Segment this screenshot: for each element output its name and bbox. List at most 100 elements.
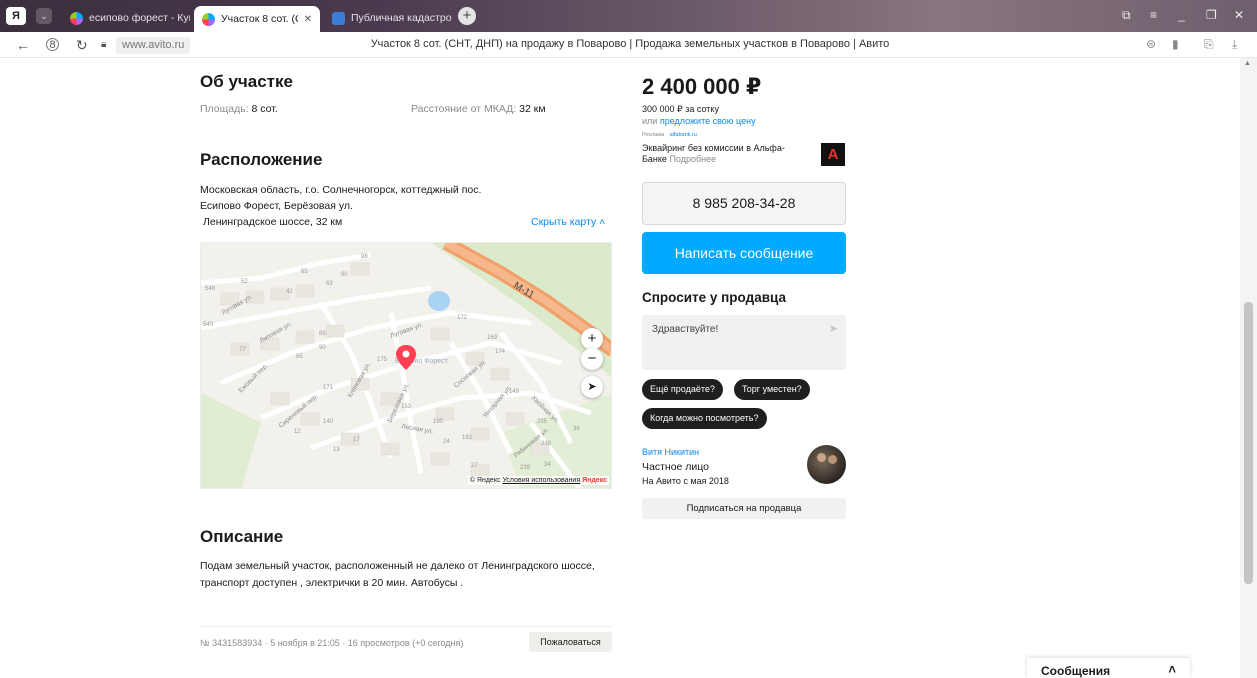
lock-icon[interactable]: 🔒︎	[101, 39, 106, 50]
tab-cadastral-map[interactable]: Публичная кадастровая к…	[324, 6, 452, 30]
messages-widget[interactable]: Сообщения ˄	[1027, 658, 1190, 678]
protect-icon[interactable]: 8	[46, 38, 59, 51]
address-line: Московская область, г.о. Солнечногорск, …	[200, 184, 482, 196]
house-number: 540	[203, 322, 214, 328]
map-canvas[interactable]: Луговая ул. Луговая ул. Ежовый пер. Сосн…	[201, 243, 612, 489]
ask-seller-text: Здравствуйте!	[652, 324, 719, 335]
distance-label: Расстояние от МКАД:	[411, 103, 517, 115]
back-icon[interactable]: ←	[16, 37, 30, 53]
ad-domain[interactable]: alfabank.ru	[670, 132, 697, 138]
quick-question-chip[interactable]: Когда можно посмотреть?	[642, 408, 767, 429]
avito-favicon-icon	[70, 11, 83, 25]
ad-text[interactable]: Эквайринг без комиссии в Альфа- Банке По…	[642, 143, 802, 165]
zoom-out-icon[interactable]: −	[581, 348, 603, 370]
tab-manager-icon[interactable]: ⧉	[1122, 8, 1131, 23]
tab-title: Публичная кадастровая к…	[351, 12, 452, 24]
alfa-bank-logo-icon[interactable]: A	[821, 143, 845, 166]
tab-active-listing[interactable]: Участок 8 сот. (СНТ, Д… ✕	[194, 6, 320, 32]
page-content: Об участке Площадь: 8 сот. Расстояние от…	[0, 58, 1240, 678]
house-number: 60	[341, 272, 348, 278]
divider	[200, 626, 612, 627]
seller-avatar[interactable]	[807, 445, 846, 484]
quick-question-chip[interactable]: Ещё продаёте?	[642, 379, 723, 400]
ask-seller-input[interactable]: Здравствуйте! ➤	[642, 315, 846, 370]
page-scrollbar[interactable]: ▲	[1240, 58, 1257, 678]
house-number: 175	[377, 357, 388, 363]
restore-icon[interactable]: ❐	[1206, 8, 1217, 22]
location-title: Расположение	[200, 150, 323, 169]
house-number: 153	[401, 404, 412, 410]
download-icon[interactable]: ⤓	[1232, 37, 1237, 52]
offer-prefix: или	[642, 116, 658, 126]
subscribe-seller-button[interactable]: Подписаться на продавца	[642, 498, 846, 519]
zoom-in-icon[interactable]: +	[581, 328, 603, 350]
url-domain[interactable]: www.avito.ru	[116, 37, 191, 54]
house-number: 149	[509, 389, 520, 395]
scroll-up-icon[interactable]: ▲	[1244, 60, 1251, 67]
seller-name-link[interactable]: Витя Никитин	[642, 447, 699, 457]
ad-more-link[interactable]: Подробнее	[669, 154, 716, 164]
house-number: 85	[296, 354, 303, 360]
ad-meta: Реклама alfabank.ru	[642, 132, 697, 138]
house-number: 235	[537, 419, 548, 425]
avito-favicon-icon	[202, 12, 215, 26]
close-window-icon[interactable]: ✕	[1234, 8, 1244, 22]
browser-logo[interactable]: Я	[6, 7, 26, 25]
browser-tab-bar: Я ⌄ есипово форест - Купить Участок 8 со…	[0, 0, 1257, 32]
page-title[interactable]: Участок 8 сот. (СНТ, ДНП) на продажу в П…	[230, 38, 1030, 50]
house-number: 548	[205, 286, 216, 292]
house-number: 89	[319, 331, 326, 337]
house-number: 171	[323, 385, 334, 391]
house-number: 34	[544, 462, 551, 468]
ask-seller-title: Спросите у продавца	[642, 290, 786, 305]
send-icon[interactable]: ➤	[829, 322, 838, 335]
map-terms-link[interactable]: Условия использования	[502, 477, 580, 484]
map-attribution: © Яндекс Условия использования Яндекс	[467, 476, 609, 485]
quick-question-chip[interactable]: Торг уместен?	[734, 379, 810, 400]
house-number: 190	[433, 419, 444, 425]
house-number: 13	[333, 447, 340, 453]
house-number: 24	[443, 439, 450, 445]
hide-map-label: Скрыть карту	[531, 216, 597, 228]
offer-price: или предложите свою цену	[642, 116, 756, 126]
distance-value: 32 км	[519, 103, 546, 115]
address-line: Есипово Форест, Берёзовая ул.	[200, 200, 353, 212]
minimize-icon[interactable]: _	[1178, 8, 1185, 22]
collections-icon[interactable]: ⎘	[1204, 37, 1214, 52]
house-number: 77	[239, 347, 246, 353]
distance-row: Расстояние от МКАД: 32 км	[411, 103, 546, 115]
bookmark-icon[interactable]: ▮	[1172, 37, 1179, 51]
tab-esipovo-search[interactable]: есипово форест - Купить	[62, 6, 190, 30]
house-number: 42	[286, 289, 293, 295]
tab-title: Участок 8 сот. (СНТ, Д…	[221, 13, 298, 25]
description-title: Описание	[200, 527, 284, 546]
menu-icon[interactable]: ≡	[1150, 8, 1157, 22]
geolocate-icon[interactable]: ➤	[581, 376, 603, 398]
listing-meta: № 3431583934 · 5 ноября в 21:05 · 16 про…	[200, 638, 464, 648]
price: 2 400 000 ₽	[642, 74, 762, 99]
cadastral-favicon-icon	[332, 11, 345, 25]
tabs-dropdown-icon[interactable]: ⌄	[36, 8, 52, 24]
report-button[interactable]: Пожаловаться	[529, 632, 612, 652]
house-number: 17	[353, 437, 360, 443]
house-number: 38	[573, 426, 580, 432]
house-number: 174	[495, 349, 506, 355]
offer-price-link[interactable]: предложите свою цену	[660, 116, 756, 126]
new-tab-button[interactable]: +	[458, 7, 476, 25]
scrollbar-thumb[interactable]	[1244, 302, 1253, 584]
house-number: 98	[361, 254, 368, 260]
house-number: 12	[294, 429, 301, 435]
yandex-logo[interactable]: Яндекс	[582, 477, 607, 484]
location-map[interactable]: Луговая ул. Луговая ул. Ежовый пер. Сосн…	[200, 242, 612, 489]
close-tab-icon[interactable]: ✕	[304, 14, 312, 25]
map-copyright: © Яндекс	[469, 477, 501, 484]
ad-text-line: Банке	[642, 154, 667, 164]
hide-map-link[interactable]: Скрыть карту ˄	[531, 216, 605, 228]
chevron-up-icon[interactable]: ˄	[1168, 662, 1176, 677]
write-message-button[interactable]: Написать сообщение	[642, 232, 846, 274]
reload-icon[interactable]: ↻	[76, 37, 88, 54]
show-phone-button[interactable]: 8 985 208-34-28	[642, 182, 846, 225]
reader-icon[interactable]: ⊜	[1146, 37, 1156, 51]
house-number: 230	[541, 441, 552, 447]
house-number: 169	[487, 335, 498, 341]
